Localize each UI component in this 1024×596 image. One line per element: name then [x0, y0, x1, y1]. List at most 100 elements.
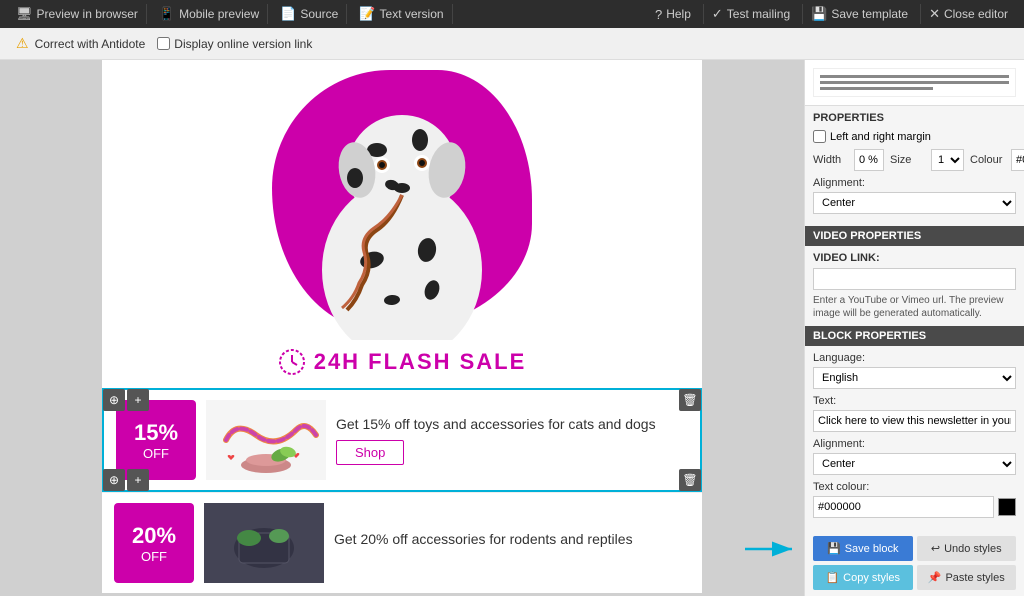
text-colour-label: Text colour:: [813, 481, 1016, 493]
undo-styles-label: Undo styles: [944, 543, 1001, 555]
colour-input[interactable]: [1011, 149, 1024, 171]
display-online-checkbox[interactable]: [157, 37, 170, 50]
product-block-1[interactable]: ⊕ + 🗑 ⊕ + 🗑 15% OFF: [102, 388, 702, 492]
display-online-label: Display online version link: [174, 37, 312, 51]
video-url-input[interactable]: [813, 268, 1016, 290]
flash-sale-title: 24H FLASH SALE: [102, 348, 702, 376]
canvas-scroll: 24H FLASH SALE ⊕ + 🗑 ⊕ +: [0, 60, 804, 593]
mobile-preview-label: Mobile preview: [179, 7, 259, 21]
antidote-label: Correct with Antidote: [35, 37, 146, 51]
add-block-bottom-btn-1[interactable]: +: [127, 469, 149, 491]
add-block-btn-1[interactable]: +: [127, 389, 149, 411]
text-alignment-label: Alignment:: [813, 438, 1016, 450]
width-size-colour-row: Width Size 1 2 3 Colour: [813, 149, 1016, 171]
canvas: 24H FLASH SALE ⊕ + 🗑 ⊕ +: [0, 60, 804, 596]
paste-styles-button[interactable]: 📌 Paste styles: [917, 565, 1017, 590]
language-label: Language:: [813, 352, 1016, 364]
mobile-icon: 📱: [159, 6, 175, 22]
preview-browser-label: Preview in browser: [37, 7, 138, 21]
colour-label: Colour: [970, 154, 1005, 166]
discount-off-2: OFF: [141, 549, 167, 564]
test-mailing-btn[interactable]: ✓ Test mailing: [703, 4, 798, 24]
width-input[interactable]: [854, 149, 884, 171]
help-icon: ?: [655, 7, 662, 22]
copy-styles-label: Copy styles: [843, 572, 900, 584]
save-block-button[interactable]: 💾 Save block: [813, 536, 913, 561]
mobile-preview-btn[interactable]: 📱 Mobile preview: [151, 4, 268, 24]
paste-styles-icon: 📌: [928, 571, 942, 584]
main-content: 24H FLASH SALE ⊕ + 🗑 ⊕ +: [0, 60, 1024, 596]
main-toolbar: 🖥 Preview in browser 📱 Mobile preview 📄 …: [0, 0, 1024, 28]
flash-sale-block: 24H FLASH SALE: [102, 340, 702, 388]
antidote-btn[interactable]: ⚠ Correct with Antidote: [16, 35, 145, 52]
dog-image: [282, 70, 522, 340]
copy-block-btn-1[interactable]: ⊕: [103, 389, 125, 411]
product-info-1: Get 15% off toys and accessories for cat…: [336, 416, 688, 465]
language-select[interactable]: English French: [813, 367, 1016, 389]
video-section: VIDEO LINK: Enter a YouTube or Vimeo url…: [805, 246, 1024, 326]
preview-line-1: [820, 75, 1009, 78]
delete-block-bottom-btn-1[interactable]: 🗑: [679, 469, 701, 491]
preview-lines: [813, 68, 1016, 97]
close-editor-btn[interactable]: ✕ Close editor: [920, 4, 1016, 24]
product-img-svg-2: [204, 503, 324, 583]
clock-icon: [278, 348, 306, 376]
dog-image-area: [102, 60, 702, 340]
properties-title: PROPERTIES: [813, 112, 1016, 124]
source-icon: 📄: [280, 6, 296, 22]
monitor-icon: 🖥: [16, 6, 33, 22]
left-right-margin-row: Left and right margin: [813, 130, 1016, 143]
text-version-label: Text version: [380, 7, 444, 21]
text-colour-swatch[interactable]: [998, 498, 1016, 516]
alignment-select[interactable]: Center Left Right: [813, 192, 1016, 214]
test-mailing-icon: ✓: [712, 6, 723, 22]
product-title-2: Get 20% off accessories for rodents and …: [334, 531, 690, 547]
email-container: 24H FLASH SALE ⊕ + 🗑 ⊕ +: [102, 60, 702, 593]
size-select[interactable]: 1 2 3: [931, 149, 964, 171]
product-image-2: [204, 503, 324, 583]
alignment-label: Alignment:: [813, 177, 1016, 189]
shop-button-1[interactable]: Shop: [336, 440, 404, 465]
discount-badge-1: 15% OFF: [116, 400, 196, 480]
source-label: Source: [300, 7, 338, 21]
preview-browser-btn[interactable]: 🖥 Preview in browser: [8, 4, 147, 24]
panel-actions: 💾 Save block ↩ Undo styles 📋 Copy styles…: [805, 530, 1024, 596]
save-template-icon: 💾: [811, 6, 827, 22]
discount-badge-2: 20% OFF: [114, 503, 194, 583]
block-properties-title: Block properties: [805, 326, 1024, 346]
left-right-margin-checkbox[interactable]: [813, 130, 826, 143]
display-online-checkbox-label[interactable]: Display online version link: [157, 37, 312, 51]
discount-off-1: OFF: [143, 446, 169, 461]
delete-block-btn-1[interactable]: 🗑: [679, 389, 701, 411]
preview-line-3: [820, 87, 933, 90]
arrow-svg: [740, 537, 800, 561]
product-image-1: [206, 400, 326, 480]
save-template-label: Save template: [831, 7, 908, 21]
block-bottom-controls-right-1: 🗑: [679, 469, 701, 491]
text-input[interactable]: [813, 410, 1016, 432]
copy-block-bottom-btn-1[interactable]: ⊕: [103, 469, 125, 491]
left-right-margin-label: Left and right margin: [830, 131, 931, 143]
dog-image-block: [102, 60, 702, 340]
properties-section: PROPERTIES Left and right margin Width S…: [805, 106, 1024, 226]
width-label: Width: [813, 154, 848, 166]
help-label: Help: [666, 7, 691, 21]
discount-value-1: 15%: [134, 420, 178, 446]
copy-styles-button[interactable]: 📋 Copy styles: [813, 565, 913, 590]
save-template-btn[interactable]: 💾 Save template: [802, 4, 916, 24]
source-btn[interactable]: 📄 Source: [272, 4, 347, 24]
preview-line-2: [820, 81, 1009, 84]
arrow-container: [740, 537, 800, 566]
help-btn[interactable]: ? Help: [647, 5, 699, 24]
toolbar-right-group: ? Help ✓ Test mailing 💾 Save template ✕ …: [647, 4, 1016, 24]
antidote-icon: ⚠: [16, 35, 29, 52]
text-alignment-select[interactable]: Center Left Right: [813, 453, 1016, 475]
text-colour-input[interactable]: [813, 496, 994, 518]
product-info-2: Get 20% off accessories for rodents and …: [334, 531, 690, 555]
product-block-2[interactable]: 20% OFF: [102, 492, 702, 593]
text-version-btn[interactable]: 📝 Text version: [351, 4, 452, 24]
undo-styles-icon: ↩: [931, 542, 940, 555]
product-img-svg-1: [206, 400, 326, 480]
undo-styles-button[interactable]: ↩ Undo styles: [917, 536, 1017, 561]
size-label: Size: [890, 154, 925, 166]
